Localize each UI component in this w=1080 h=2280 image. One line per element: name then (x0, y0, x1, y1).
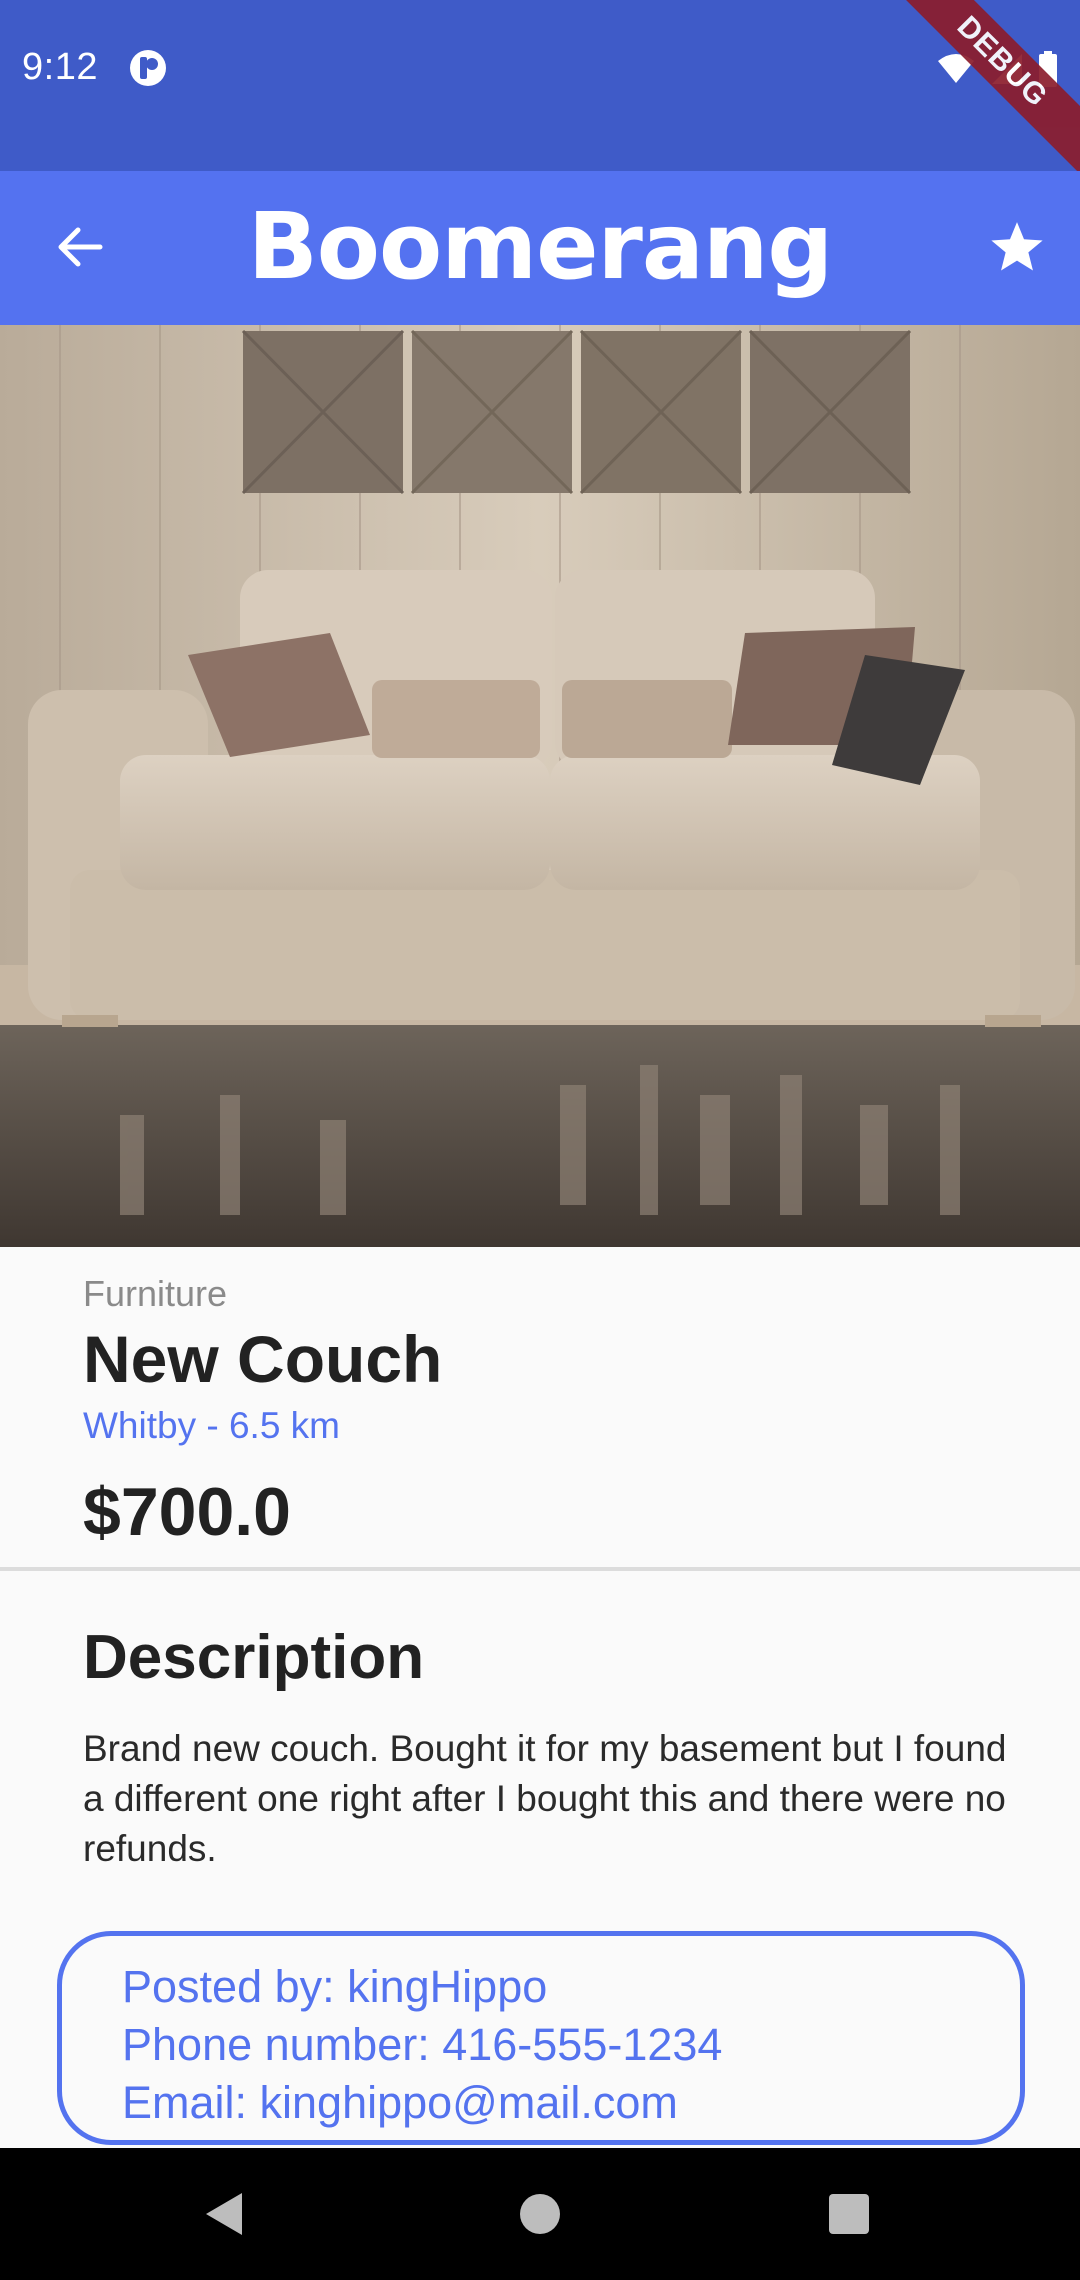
star-icon (991, 222, 1043, 271)
posted-by: Posted by: kingHippo (122, 1961, 548, 2012)
app-logo: Boomerang (247, 193, 834, 300)
app-notification-icon (130, 50, 166, 86)
divider (0, 1567, 1080, 1571)
nav-back-icon[interactable] (204, 2191, 244, 2237)
email-address[interactable]: Email: kinghippo@mail.com (122, 2074, 1020, 2132)
favorite-button[interactable] (982, 213, 1052, 283)
debug-banner: DEBUG (878, 0, 1080, 186)
phone-number[interactable]: Phone number: 416-555-1234 (122, 2016, 1020, 2074)
status-bar: 9:12 DEBUG (0, 0, 1080, 186)
nav-home-icon[interactable] (520, 2194, 560, 2234)
listing-title: New Couch (83, 1322, 443, 1396)
listing-category: Furniture (83, 1273, 228, 1314)
description-heading: Description (83, 1623, 425, 1692)
description-text: Brand new couch. Bought it for my baseme… (83, 1728, 1007, 1869)
status-time: 9:12 (22, 46, 98, 88)
listing-details: Furniture New Couch Whitby - 6.5 km $700… (83, 1273, 1003, 1551)
product-image (0, 325, 1080, 1247)
listing-location[interactable]: Whitby - 6.5 km (83, 1405, 1003, 1447)
listing-price: $700.0 (83, 1474, 291, 1550)
app-bar: Boomerang (0, 171, 1080, 325)
system-nav-bar (0, 2148, 1080, 2280)
seller-contact-card: Posted by: kingHippo Phone number: 416-5… (57, 1931, 1025, 2145)
couch-photo (0, 325, 1080, 1247)
nav-recents-icon[interactable] (829, 2194, 869, 2234)
